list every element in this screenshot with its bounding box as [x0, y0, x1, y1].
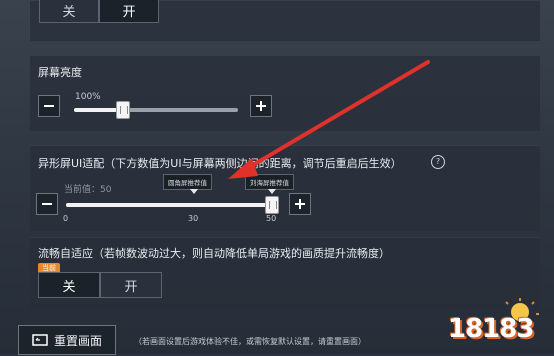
- watermark-logo: 18183: [448, 298, 548, 352]
- watermark-text: 18183: [448, 314, 534, 344]
